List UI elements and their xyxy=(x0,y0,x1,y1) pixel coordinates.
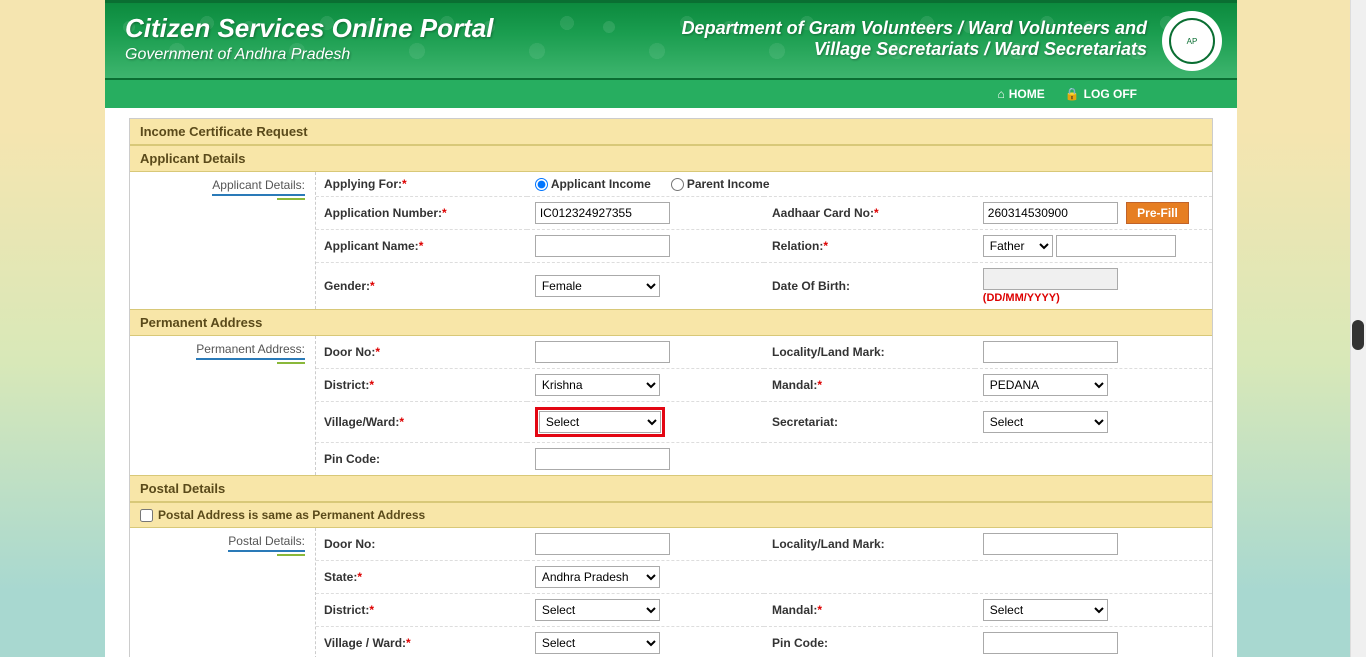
perm-pin-input[interactable] xyxy=(535,448,670,470)
section-permanent-address: Permanent Address xyxy=(130,309,1212,336)
applying-for-label: Applying For: xyxy=(324,177,402,191)
perm-village-select[interactable]: Select xyxy=(539,411,661,433)
perm-door-input[interactable] xyxy=(535,341,670,363)
dept-line2: Village Secretariats / Ward Secretariats xyxy=(682,39,1147,60)
perm-door-label: Door No: xyxy=(324,345,375,359)
postal-locality-input[interactable] xyxy=(983,533,1118,555)
postal-village-label: Village / Ward: xyxy=(324,636,406,650)
relation-name-input[interactable] xyxy=(1056,235,1176,257)
perm-district-label: District: xyxy=(324,378,369,392)
same-as-perm-label: Postal Address is same as Permanent Addr… xyxy=(158,508,425,522)
postal-state-select[interactable]: Andhra Pradesh xyxy=(535,566,660,588)
header-banner: Citizen Services Online Portal Governmen… xyxy=(105,0,1237,80)
perm-village-highlight: Select xyxy=(535,407,665,437)
postal-pin-label: Pin Code: xyxy=(772,636,828,650)
postal-village-select[interactable]: Select xyxy=(535,632,660,654)
dob-input[interactable] xyxy=(983,268,1118,290)
app-no-input[interactable] xyxy=(535,202,670,224)
perm-locality-input[interactable] xyxy=(983,341,1118,363)
home-icon: ⌂ xyxy=(997,87,1004,101)
relation-label: Relation: xyxy=(772,239,823,253)
gov-emblem: AP xyxy=(1162,11,1222,71)
applicant-name-label: Applicant Name: xyxy=(324,239,419,253)
aadhaar-label: Aadhaar Card No: xyxy=(772,206,874,220)
aadhaar-input[interactable] xyxy=(983,202,1118,224)
perm-village-label: Village/Ward: xyxy=(324,415,399,429)
section-applicant-details: Applicant Details xyxy=(130,145,1212,172)
side-label-applicant: Applicant Details: xyxy=(212,178,305,196)
postal-mandal-label: Mandal: xyxy=(772,603,817,617)
perm-secretariat-label: Secretariat: xyxy=(772,415,838,429)
perm-mandal-label: Mandal: xyxy=(772,378,817,392)
radio-parent-income[interactable]: Parent Income xyxy=(671,177,770,191)
postal-door-label: Door No: xyxy=(324,537,375,551)
radio-applicant-income[interactable]: Applicant Income xyxy=(535,177,651,191)
postal-state-label: State: xyxy=(324,570,357,584)
dob-hint: (DD/MM/YYYY) xyxy=(983,292,1204,304)
gender-select[interactable]: Female xyxy=(535,275,660,297)
dob-label: Date Of Birth: xyxy=(772,279,850,293)
lock-icon: 🔒 xyxy=(1065,87,1080,101)
prefill-button[interactable]: Pre-Fill xyxy=(1126,202,1189,224)
applicant-name-input[interactable] xyxy=(535,235,670,257)
postal-pin-input[interactable] xyxy=(983,632,1118,654)
postal-door-input[interactable] xyxy=(535,533,670,555)
form-title: Income Certificate Request xyxy=(130,119,1212,145)
postal-mandal-select[interactable]: Select xyxy=(983,599,1108,621)
navbar: ⌂ HOME 🔒 LOG OFF xyxy=(105,80,1237,108)
scrollbar-thumb[interactable] xyxy=(1352,320,1364,350)
perm-locality-label: Locality/Land Mark: xyxy=(772,345,885,359)
perm-mandal-select[interactable]: PEDANA xyxy=(983,374,1108,396)
perm-secretariat-select[interactable]: Select xyxy=(983,411,1108,433)
gender-label: Gender: xyxy=(324,279,370,293)
postal-district-select[interactable]: Select xyxy=(535,599,660,621)
postal-district-label: District: xyxy=(324,603,369,617)
dept-line1: Department of Gram Volunteers / Ward Vol… xyxy=(682,18,1147,39)
nav-logoff-label: LOG OFF xyxy=(1084,87,1137,101)
nav-home[interactable]: ⌂ HOME xyxy=(997,87,1044,101)
same-as-perm-checkbox[interactable] xyxy=(140,509,153,522)
postal-locality-label: Locality/Land Mark: xyxy=(772,537,885,551)
nav-logoff[interactable]: 🔒 LOG OFF xyxy=(1065,87,1137,101)
side-label-postal: Postal Details: xyxy=(228,534,305,552)
section-postal-details: Postal Details xyxy=(130,475,1212,502)
nav-home-label: HOME xyxy=(1009,87,1045,101)
perm-district-select[interactable]: Krishna xyxy=(535,374,660,396)
app-no-label: Application Number: xyxy=(324,206,442,220)
perm-pin-label: Pin Code: xyxy=(324,452,380,466)
relation-select[interactable]: Father xyxy=(983,235,1053,257)
side-label-perm-addr: Permanent Address: xyxy=(196,342,305,360)
